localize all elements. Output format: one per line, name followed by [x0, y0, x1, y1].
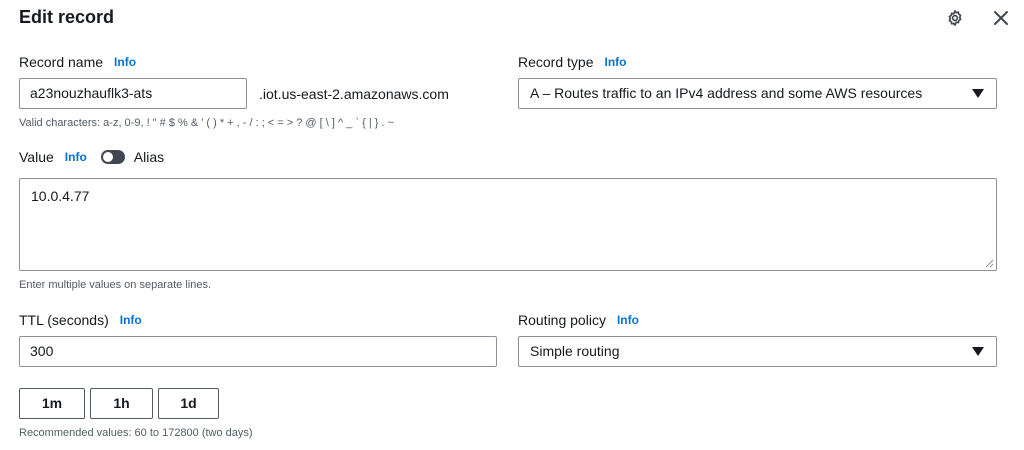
- caret-down-icon: [972, 347, 984, 356]
- edit-record-panel: Edit record Record name Info a23nouzhauf…: [0, 0, 1024, 450]
- record-type-selected: A – Routes traffic to an IPv4 address an…: [530, 85, 923, 101]
- value-label-text: Value: [19, 149, 54, 165]
- caret-down-icon: [972, 89, 984, 98]
- toggle-knob: [102, 152, 113, 162]
- routing-policy-label: Routing policy Info: [518, 311, 639, 329]
- record-name-label-text: Record name: [19, 54, 104, 70]
- routing-policy-label-text: Routing policy: [518, 312, 606, 328]
- resize-handle-icon[interactable]: [985, 259, 994, 268]
- close-icon[interactable]: [990, 7, 1012, 29]
- ttl-hint: Recommended values: 60 to 172800 (two da…: [19, 427, 253, 439]
- alias-toggle[interactable]: [100, 150, 125, 164]
- ttl-label: TTL (seconds) Info: [19, 311, 142, 329]
- gear-icon[interactable]: [944, 7, 966, 29]
- ttl-preset-1h-button[interactable]: 1h: [90, 388, 153, 419]
- routing-policy-info-link[interactable]: Info: [617, 311, 639, 329]
- value-textarea[interactable]: 10.0.4.77: [19, 178, 997, 271]
- value-label: Value Info Alias: [19, 148, 164, 166]
- record-type-label: Record type Info: [518, 53, 626, 71]
- value-info-link[interactable]: Info: [65, 148, 87, 166]
- ttl-info-link[interactable]: Info: [120, 311, 142, 329]
- record-name-info-link[interactable]: Info: [114, 53, 136, 71]
- routing-policy-select[interactable]: Simple routing: [518, 336, 997, 367]
- ttl-preset-1m-button[interactable]: 1m: [19, 388, 85, 419]
- value-hint: Enter multiple values on separate lines.: [19, 279, 211, 291]
- ttl-preset-1d-button[interactable]: 1d: [158, 388, 219, 419]
- record-name-hint: Valid characters: a-z, 0-9, ! " # $ % & …: [19, 117, 394, 129]
- value-text: 10.0.4.77: [31, 188, 90, 204]
- record-type-info-link[interactable]: Info: [604, 53, 626, 71]
- routing-policy-selected: Simple routing: [530, 343, 620, 359]
- alias-label: Alias: [133, 149, 165, 165]
- ttl-input[interactable]: 300: [19, 336, 497, 367]
- record-type-select[interactable]: A – Routes traffic to an IPv4 address an…: [518, 78, 997, 109]
- record-type-label-text: Record type: [518, 54, 594, 70]
- page-title: Edit record: [19, 7, 115, 27]
- domain-suffix: .iot.us-east-2.amazonaws.com: [259, 86, 449, 102]
- record-name-label: Record name Info: [19, 53, 136, 71]
- record-name-input[interactable]: a23nouzhauflk3-ats: [19, 78, 247, 109]
- ttl-label-text: TTL (seconds): [19, 312, 109, 328]
